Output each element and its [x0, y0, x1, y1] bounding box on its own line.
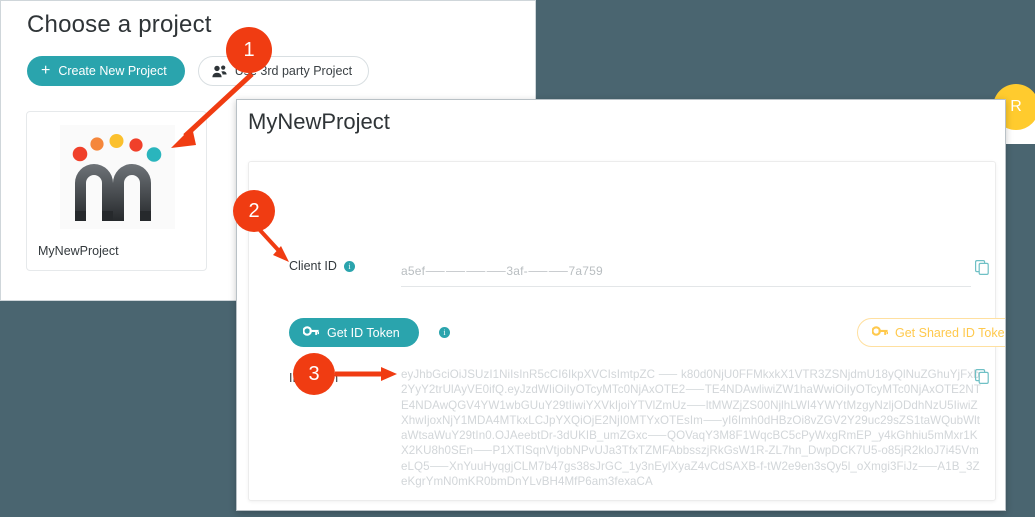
- people-icon: [212, 65, 227, 78]
- info-icon[interactable]: i: [439, 327, 450, 338]
- create-new-project-label: Create New Project: [58, 64, 167, 78]
- project-credentials-card: Client ID i a5ef⸺⸺⸺⸺3af-⸺⸺7a759 Get ID T…: [248, 161, 1005, 501]
- project-detail-panel: MyNewProject Client ID i a5ef⸺⸺⸺⸺3af-⸺⸺7a…: [236, 99, 1006, 511]
- copy-icon[interactable]: [975, 260, 989, 280]
- project-card-mynewproject[interactable]: MyNewProject: [26, 111, 207, 271]
- page-title: Choose a project: [27, 11, 212, 38]
- get-shared-id-token-button[interactable]: Get Shared ID Token: [857, 318, 1006, 347]
- get-id-token-label: Get ID Token: [327, 325, 400, 340]
- annotation-badge-3-number: 3: [308, 362, 320, 385]
- client-id-value[interactable]: a5ef⸺⸺⸺⸺3af-⸺⸺7a759: [401, 262, 971, 287]
- project-logo: [60, 125, 175, 229]
- screenshot-root: Choose a project + Create New Project Us…: [0, 0, 1035, 517]
- annotation-badge-1-number: 1: [243, 38, 255, 61]
- info-icon[interactable]: i: [343, 261, 355, 273]
- get-shared-id-token-label: Get Shared ID Token: [895, 325, 1006, 340]
- client-id-label-group: Client ID i: [289, 259, 355, 273]
- id-token-value[interactable]: eyJhbGciOiJSUzI1NiIsInR5cCI6IkpXVCIsImtp…: [401, 367, 981, 489]
- project-title: MyNewProject: [248, 109, 390, 134]
- get-id-token-button[interactable]: Get ID Token: [289, 318, 419, 347]
- use-3rd-party-project-button[interactable]: Use 3rd party Project: [197, 56, 370, 86]
- annotation-badge-2: 2: [233, 190, 275, 232]
- project-actions-row: + Create New Project Use 3rd party Proje…: [27, 56, 370, 86]
- create-new-project-button[interactable]: + Create New Project: [27, 56, 185, 86]
- client-id-label: Client ID: [289, 259, 337, 273]
- annotation-badge-3: 3: [293, 353, 335, 395]
- key-icon: [871, 325, 889, 340]
- mattermost-logo-icon: [72, 134, 162, 221]
- copy-icon[interactable]: [975, 369, 989, 389]
- annotation-badge-1: 1: [226, 27, 272, 73]
- project-card-label: MyNewProject: [38, 244, 119, 258]
- annotation-badge-2-number: 2: [248, 199, 260, 222]
- plus-icon: +: [41, 62, 51, 79]
- avatar-initial: R: [1010, 98, 1022, 115]
- key-icon: [302, 325, 320, 340]
